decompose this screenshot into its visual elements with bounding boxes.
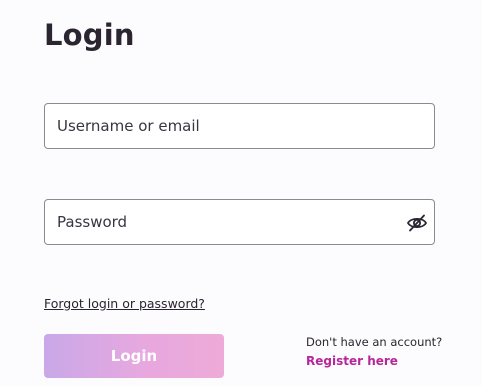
password-input[interactable]: [45, 200, 434, 244]
login-page: Login Forgot login or password? Login Do…: [0, 0, 482, 386]
username-field[interactable]: [44, 103, 435, 149]
username-input[interactable]: [45, 104, 434, 148]
register-prompt: Don't have an account?: [306, 335, 443, 349]
login-button[interactable]: Login: [44, 334, 224, 378]
page-title: Login: [44, 18, 135, 52]
eye-slash-icon[interactable]: [406, 212, 428, 234]
forgot-login-link[interactable]: Forgot login or password?: [44, 296, 205, 311]
register-link[interactable]: Register here: [306, 354, 398, 368]
password-field[interactable]: [44, 199, 435, 245]
